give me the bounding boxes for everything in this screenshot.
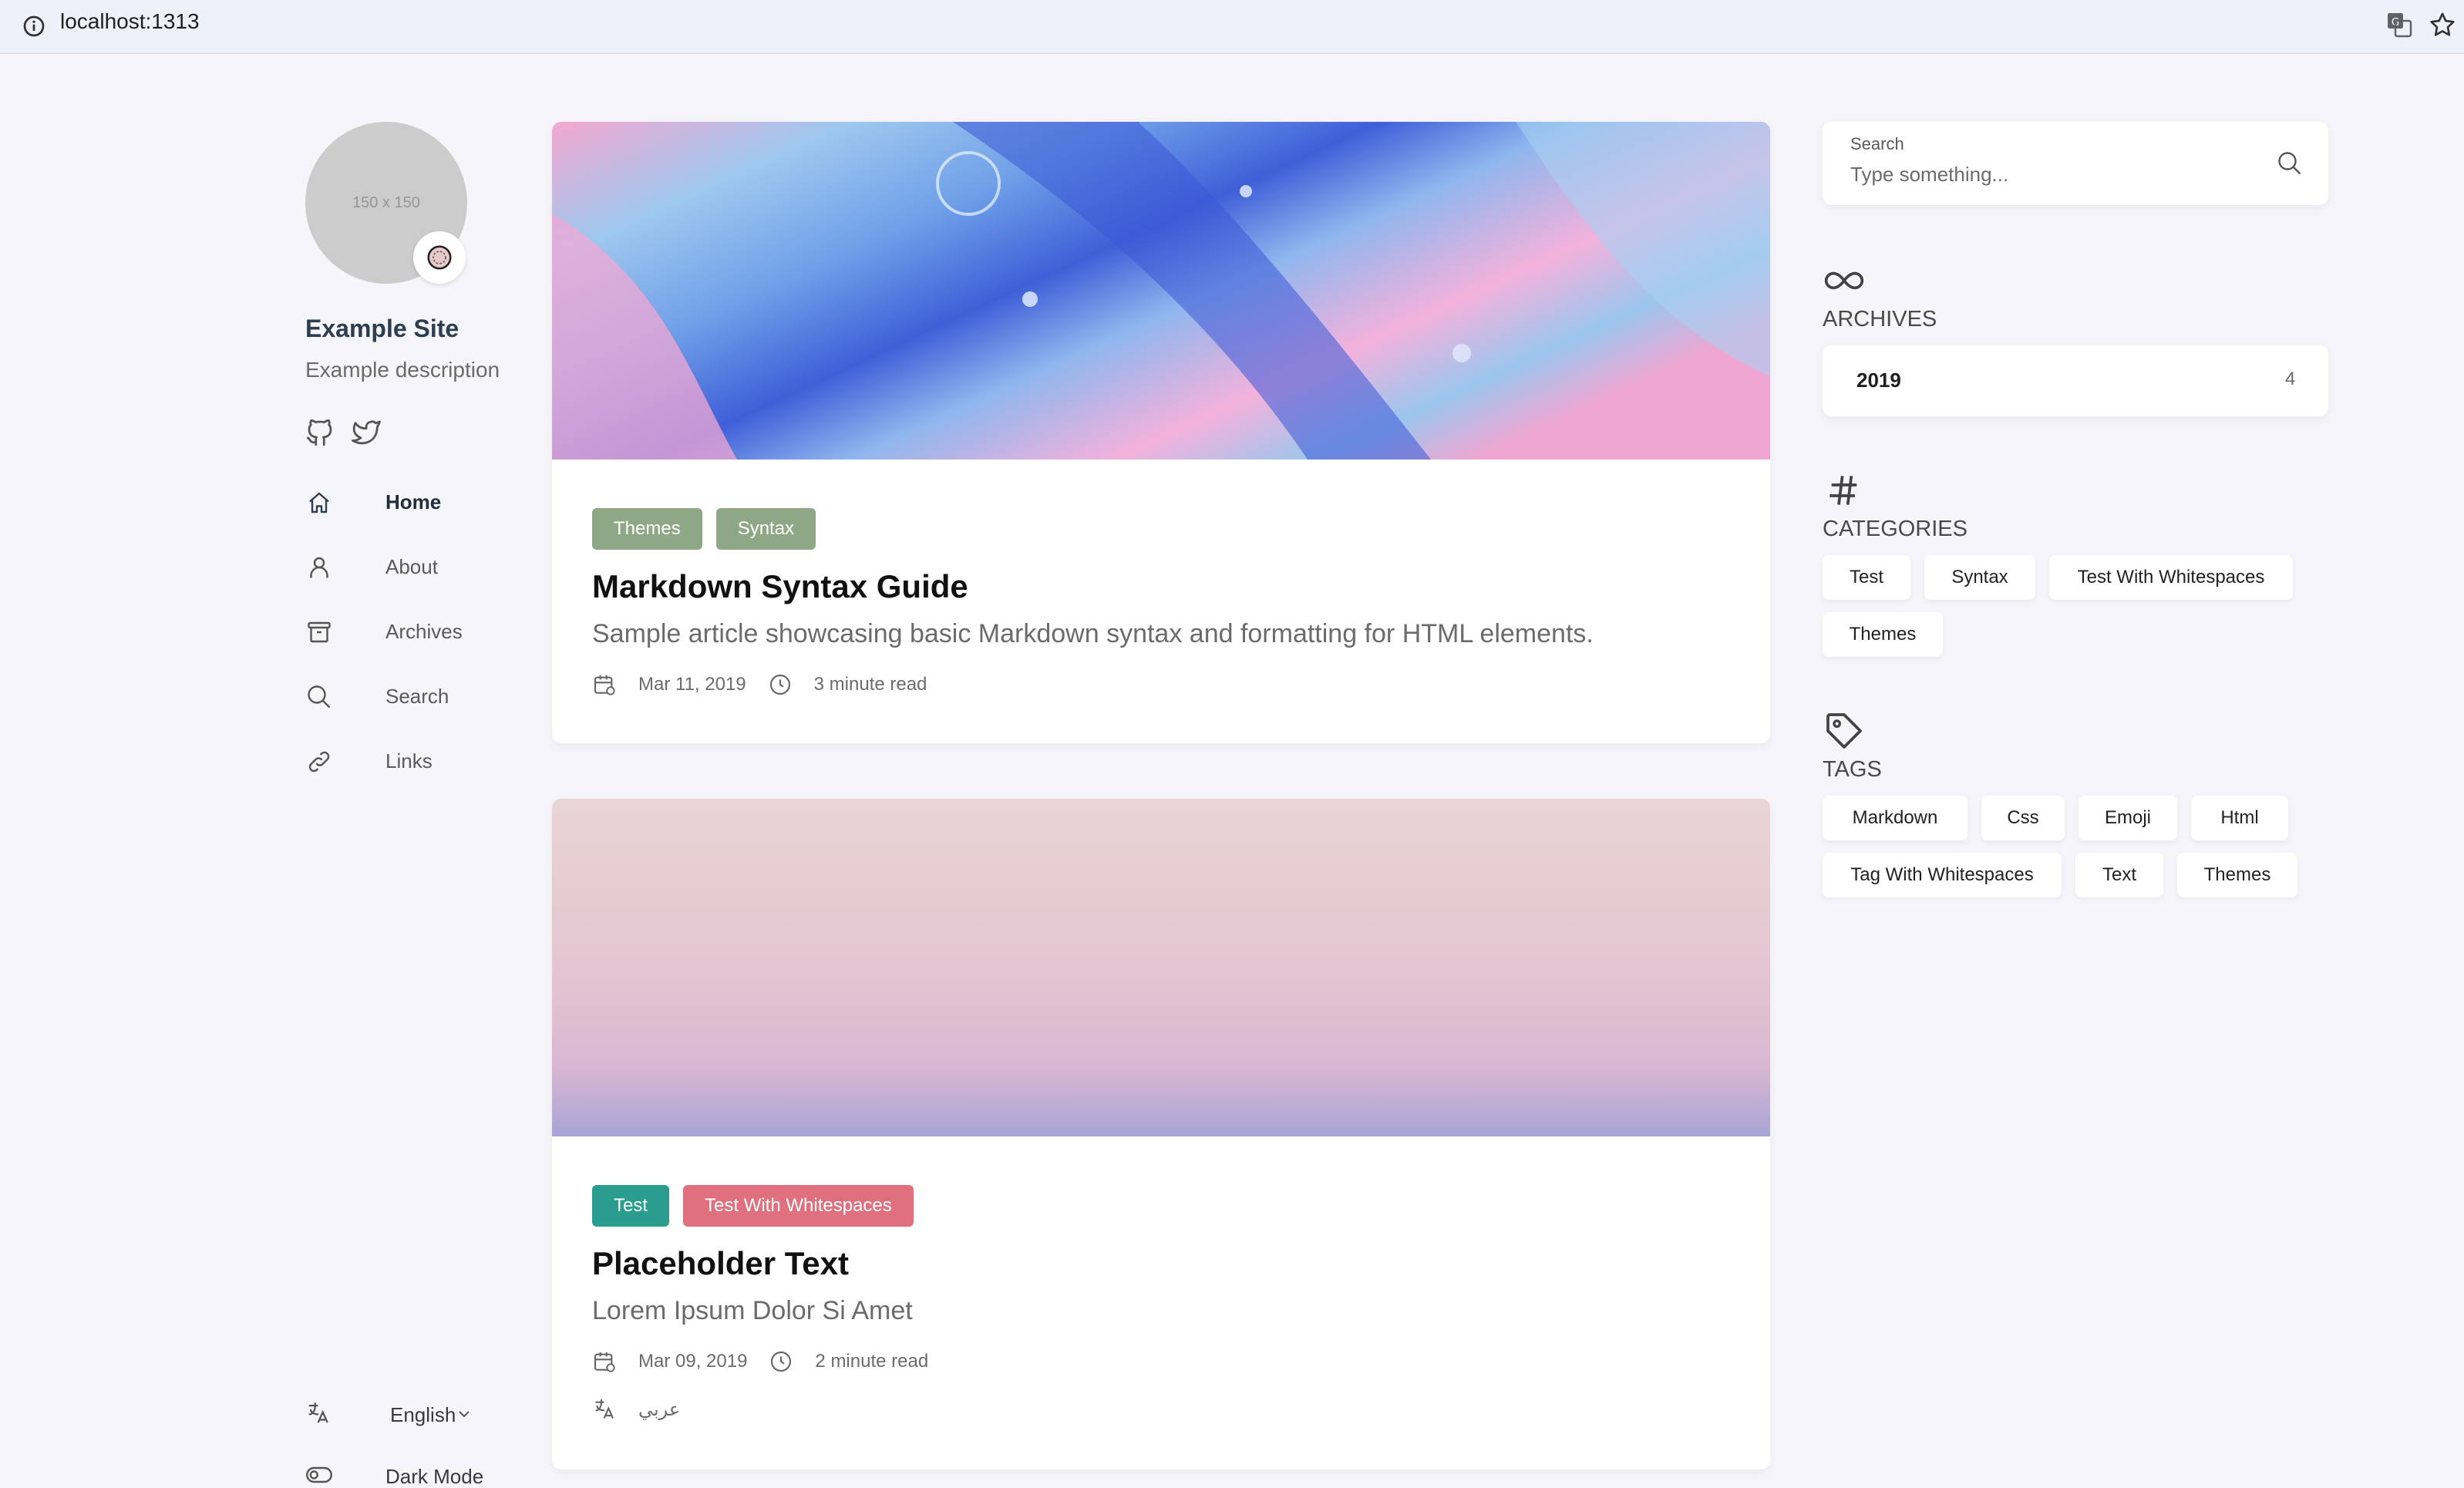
search-input[interactable] [1850, 159, 2251, 190]
dark-mode-toggle[interactable]: Dark Mode [305, 1459, 537, 1488]
calendar-icon [594, 1352, 615, 1372]
nav-archives[interactable]: Archives [305, 612, 552, 658]
archive-icon [308, 621, 331, 643]
tag-chip-html[interactable]: Html [2191, 796, 2288, 840]
language-label[interactable]: English [390, 1403, 456, 1427]
chevron-down-icon[interactable] [455, 1405, 473, 1423]
tag-chip-themes[interactable]: Themes [2177, 853, 2297, 897]
category-tag-test-with-whitespaces[interactable]: Test With Whitespaces [683, 1185, 914, 1227]
language-icon [308, 1402, 328, 1423]
site-name[interactable]: Example Site [305, 315, 459, 343]
tag-chip-tag-with-whitespaces[interactable]: Tag With Whitespaces [1823, 853, 2062, 897]
tag-chip-emoji[interactable]: Emoji [2079, 796, 2177, 840]
nav-label: About [385, 555, 438, 578]
infinity-icon [1824, 271, 1864, 290]
emoji-icon [427, 245, 452, 270]
search-widget: Search [1823, 122, 2328, 205]
category-chip-themes[interactable]: Themes [1823, 612, 1943, 657]
avatar-placeholder-text: 150 x 150 [352, 194, 420, 211]
bookmark-star-icon[interactable] [2427, 9, 2458, 40]
article-subtitle: Sample article showcasing basic Markdown… [592, 619, 1594, 648]
category-tag-syntax[interactable]: Syntax [715, 508, 816, 550]
nav-label: Search [385, 685, 449, 708]
browser-url-bar[interactable]: localhost:1313 G [0, 0, 2464, 54]
categories-title: CATEGORIES [1823, 517, 1967, 541]
category-chip-test-with-whitespaces[interactable]: Test With Whitespaces [2049, 555, 2293, 600]
article-cover-image[interactable] [552, 799, 1770, 1136]
nav-label: Links [385, 749, 433, 773]
category-tag-test[interactable]: Test [592, 1185, 670, 1227]
hashtag-icon [1829, 476, 1857, 505]
clock-icon [769, 674, 790, 695]
article-subtitle: Lorem Ipsum Dolor Si Amet [592, 1296, 913, 1325]
toggle-icon [306, 1466, 332, 1483]
nav-about[interactable]: About [305, 547, 552, 594]
archive-year: 2019 [1856, 369, 1901, 392]
user-icon [310, 557, 328, 578]
translate-icon[interactable]: G [2384, 9, 2415, 40]
avatar-emoji-badge [413, 231, 466, 284]
site-description: Example description [305, 358, 500, 382]
article-date: Mar 11, 2019 [638, 674, 746, 695]
clock-icon [771, 1351, 792, 1372]
info-icon[interactable] [20, 12, 48, 40]
language-selector[interactable]: English [305, 1397, 537, 1431]
archive-count: 4 [2285, 369, 2296, 389]
nav-label: Home [385, 490, 442, 513]
tags-title: TAGS [1823, 757, 1882, 782]
article-title[interactable]: Placeholder Text [592, 1245, 1730, 1282]
language-icon [595, 1399, 614, 1419]
calendar-icon [594, 675, 615, 695]
search-label: Search [1850, 134, 1904, 153]
tag-chip-text[interactable]: Text [2075, 853, 2163, 897]
nav-search[interactable]: Search [305, 677, 552, 723]
article-read-time: 3 minute read [813, 674, 927, 695]
archive-item-2019[interactable]: 2019 4 [1823, 345, 2328, 416]
article-cover-image[interactable] [552, 122, 1770, 460]
tag-icon [1826, 713, 1862, 749]
archives-title: ARCHIVES [1823, 307, 1937, 332]
github-icon[interactable] [304, 416, 336, 449]
article-read-time: 2 minute read [815, 1351, 929, 1372]
tag-chip-markdown[interactable]: Markdown [1823, 796, 1967, 840]
article-card: Test Test With Whitespaces Placeholder T… [552, 799, 1770, 1469]
home-icon [309, 492, 329, 513]
nav-links[interactable]: Links [305, 742, 552, 788]
article-title[interactable]: Markdown Syntax Guide [592, 568, 1730, 605]
url-text[interactable]: localhost:1313 [60, 9, 200, 34]
search-icon [308, 685, 331, 709]
article-card: Themes Syntax Markdown Syntax Guide Samp… [552, 122, 1770, 743]
category-chip-syntax[interactable]: Syntax [1924, 555, 2035, 600]
tag-chip-css[interactable]: Css [1981, 796, 2065, 840]
dark-mode-label: Dark Mode [385, 1465, 484, 1488]
link-icon [308, 751, 330, 773]
article-date: Mar 09, 2019 [638, 1351, 748, 1372]
nav-home[interactable]: Home [305, 483, 552, 529]
category-tag-themes[interactable]: Themes [592, 508, 702, 550]
search-icon[interactable] [2276, 150, 2304, 177]
category-chip-test[interactable]: Test [1823, 555, 1910, 600]
twitter-icon[interactable] [350, 416, 382, 449]
translation-link-arabic[interactable]: عربي [638, 1399, 680, 1421]
nav-label: Archives [385, 620, 463, 643]
